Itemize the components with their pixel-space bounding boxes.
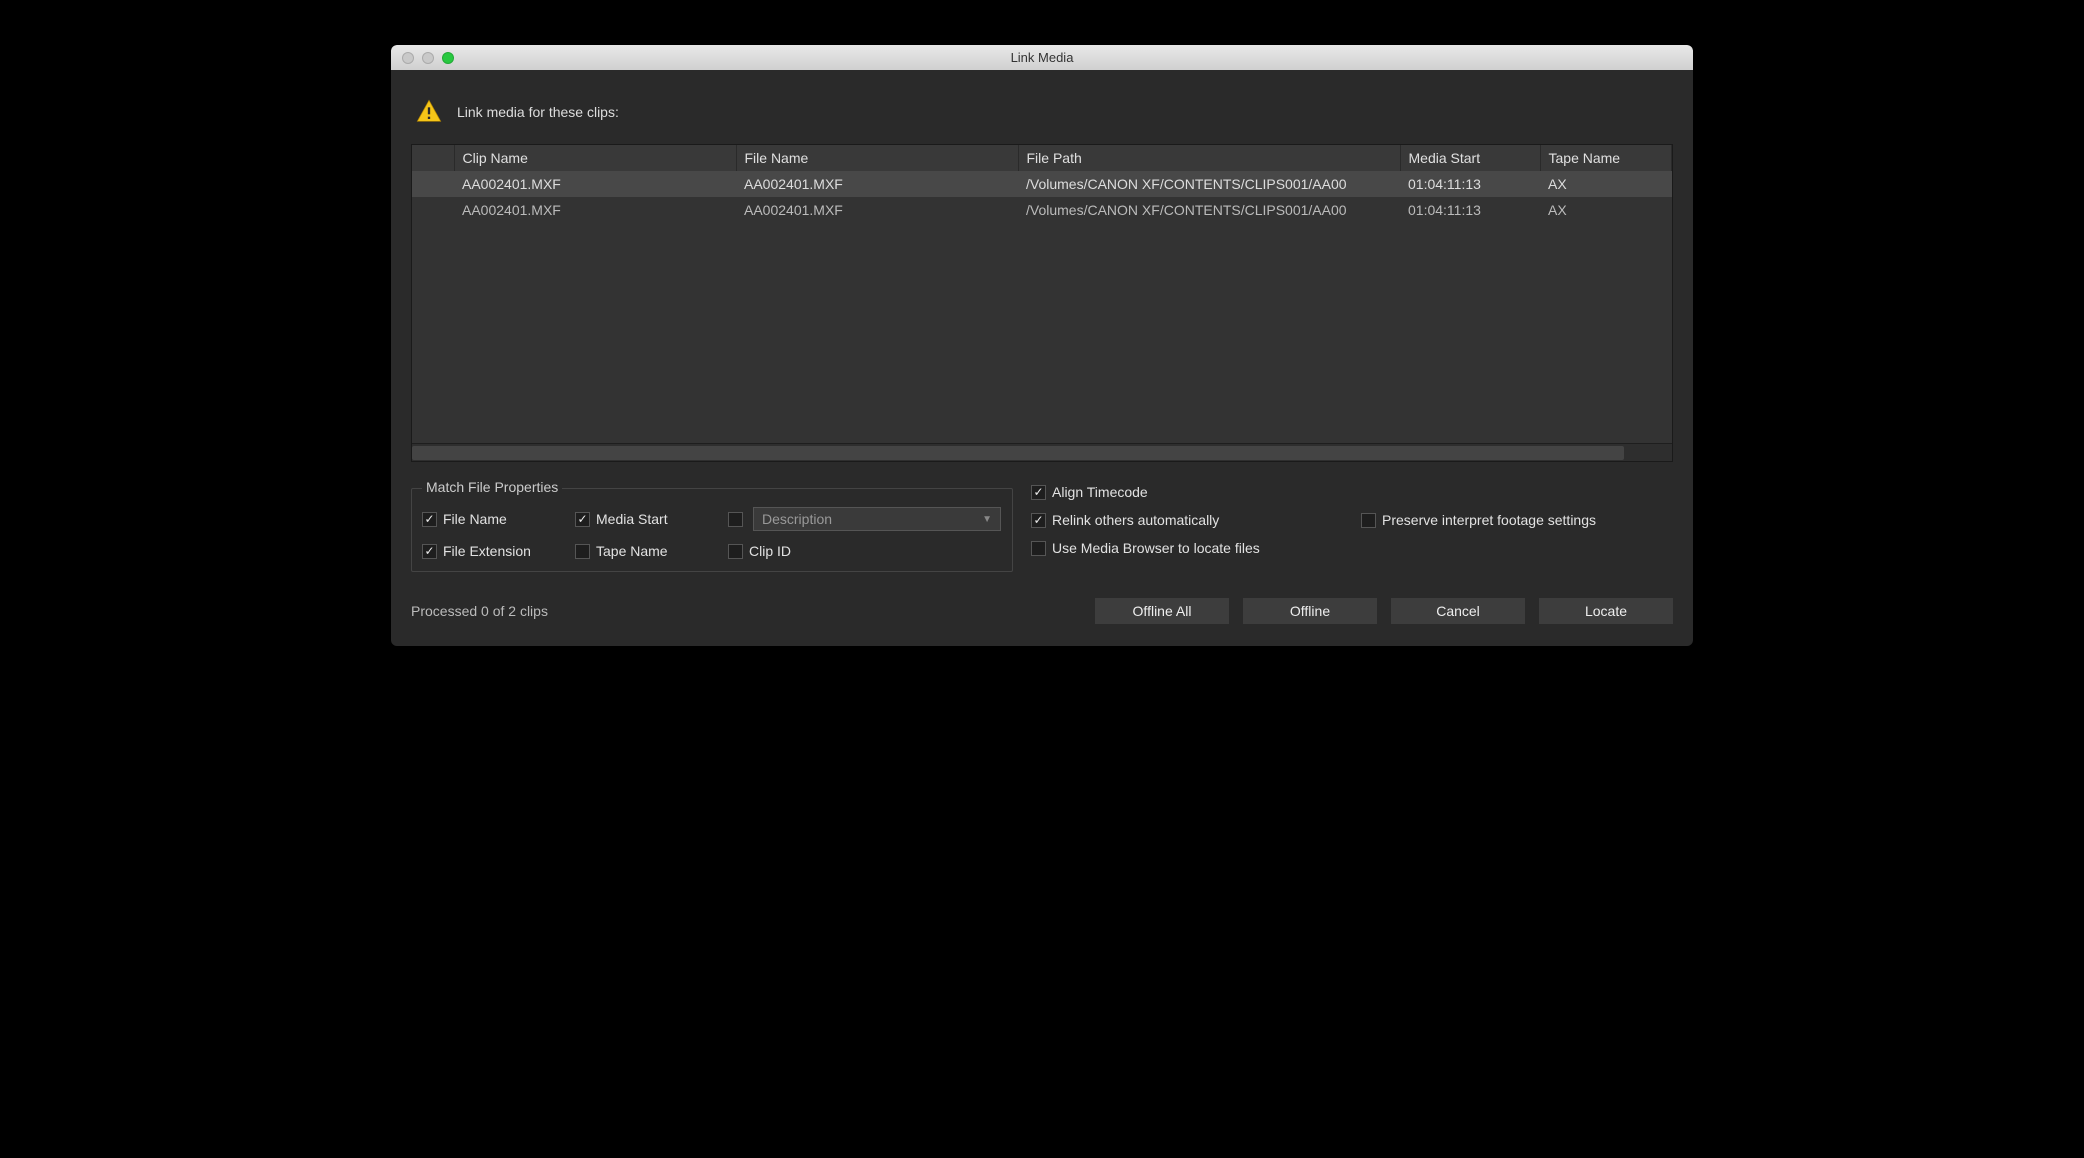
- button-row: Offline All Offline Cancel Locate: [1095, 598, 1673, 624]
- cell-mediastart: 01:04:11:13: [1400, 197, 1540, 223]
- dialog-content: Link media for these clips: Clip Name Fi…: [391, 70, 1693, 646]
- col-clipname[interactable]: Clip Name: [454, 145, 736, 171]
- checkbox-icon: [1031, 485, 1046, 500]
- cell-clipname: AA002401.MXF: [454, 197, 736, 223]
- checkbox-icon: [575, 512, 590, 527]
- checkbox-filename[interactable]: File Name: [422, 511, 567, 527]
- processed-status: Processed 0 of 2 clips: [411, 603, 548, 619]
- col-mediastart[interactable]: Media Start: [1400, 145, 1540, 171]
- clip-table-container: Clip Name File Name File Path Media Star…: [411, 144, 1673, 462]
- checkbox-relink-automatically[interactable]: Relink others automatically: [1031, 512, 1301, 528]
- checkbox-label: Preserve interpret footage settings: [1382, 512, 1596, 528]
- relink-options: Align Timecode Relink others automatical…: [1031, 480, 1673, 572]
- zoom-window-button[interactable]: [442, 52, 454, 64]
- col-tapename[interactable]: Tape Name: [1540, 145, 1672, 171]
- checkbox-icon: [422, 512, 437, 527]
- checkbox-icon[interactable]: [728, 512, 743, 527]
- checkbox-label: Relink others automatically: [1052, 512, 1219, 528]
- header-row: Link media for these clips:: [411, 90, 1673, 144]
- footer-row: Processed 0 of 2 clips Offline All Offli…: [411, 598, 1673, 624]
- checkbox-icon: [575, 544, 590, 559]
- close-window-button[interactable]: [402, 52, 414, 64]
- checkbox-icon: [1031, 541, 1046, 556]
- offline-button[interactable]: Offline: [1243, 598, 1377, 624]
- checkbox-label: Media Start: [596, 511, 668, 527]
- match-file-properties-panel: Match File Properties File Name Media St…: [411, 488, 1013, 572]
- checkbox-mediastart[interactable]: Media Start: [575, 511, 720, 527]
- checkbox-align-timecode[interactable]: Align Timecode: [1031, 484, 1148, 500]
- cell-mediastart: 01:04:11:13: [1400, 171, 1540, 197]
- clip-table: Clip Name File Name File Path Media Star…: [412, 145, 1672, 223]
- scrollbar-thumb[interactable]: [412, 446, 1624, 460]
- horizontal-scrollbar[interactable]: [412, 443, 1672, 461]
- cancel-button[interactable]: Cancel: [1391, 598, 1525, 624]
- table-row[interactable]: AA002401.MXF AA002401.MXF /Volumes/CANON…: [412, 171, 1672, 197]
- checkbox-description-dropdown-row: Description ▼: [728, 507, 1002, 531]
- cell-filepath: /Volumes/CANON XF/CONTENTS/CLIPS001/AA00: [1018, 197, 1400, 223]
- checkbox-fileextension[interactable]: File Extension: [422, 543, 567, 559]
- checkbox-label: Align Timecode: [1052, 484, 1148, 500]
- cell-filename: AA002401.MXF: [736, 171, 1018, 197]
- col-handle[interactable]: [412, 145, 454, 171]
- table-row[interactable]: AA002401.MXF AA002401.MXF /Volumes/CANON…: [412, 197, 1672, 223]
- chevron-down-icon: ▼: [982, 514, 992, 525]
- checkbox-icon: [728, 544, 743, 559]
- minimize-window-button[interactable]: [422, 52, 434, 64]
- match-panel-title: Match File Properties: [422, 479, 562, 495]
- cell-filepath: /Volumes/CANON XF/CONTENTS/CLIPS001/AA00: [1018, 171, 1400, 197]
- checkbox-label: Clip ID: [749, 543, 791, 559]
- titlebar: Link Media: [391, 45, 1693, 70]
- checkbox-icon: [1031, 513, 1046, 528]
- checkbox-label: Use Media Browser to locate files: [1052, 540, 1260, 556]
- prompt-text: Link media for these clips:: [457, 104, 619, 120]
- checkbox-label: Tape Name: [596, 543, 668, 559]
- locate-button[interactable]: Locate: [1539, 598, 1673, 624]
- dropdown-value: Description: [762, 511, 832, 527]
- checkbox-label: File Extension: [443, 543, 531, 559]
- checkbox-tapename[interactable]: Tape Name: [575, 543, 720, 559]
- checkbox-preserve-interpret[interactable]: Preserve interpret footage settings: [1361, 512, 1596, 528]
- checkbox-icon: [422, 544, 437, 559]
- cell-clipname: AA002401.MXF: [454, 171, 736, 197]
- checkbox-icon: [1361, 513, 1376, 528]
- traffic-lights: [391, 52, 454, 64]
- description-dropdown[interactable]: Description ▼: [753, 507, 1001, 531]
- col-filename[interactable]: File Name: [736, 145, 1018, 171]
- col-filepath[interactable]: File Path: [1018, 145, 1400, 171]
- offline-all-button[interactable]: Offline All: [1095, 598, 1229, 624]
- options-row: Match File Properties File Name Media St…: [411, 480, 1673, 572]
- cell-filename: AA002401.MXF: [736, 197, 1018, 223]
- checkbox-label: File Name: [443, 511, 507, 527]
- warning-icon: [415, 98, 443, 126]
- cell-tapename: AX: [1540, 171, 1672, 197]
- cell-tapename: AX: [1540, 197, 1672, 223]
- link-media-dialog: Link Media Link media for these clips:: [391, 45, 1693, 646]
- checkbox-clipid[interactable]: Clip ID: [728, 543, 1002, 559]
- table-header-row: Clip Name File Name File Path Media Star…: [412, 145, 1672, 171]
- window-title: Link Media: [1011, 50, 1074, 65]
- checkbox-use-media-browser[interactable]: Use Media Browser to locate files: [1031, 540, 1260, 556]
